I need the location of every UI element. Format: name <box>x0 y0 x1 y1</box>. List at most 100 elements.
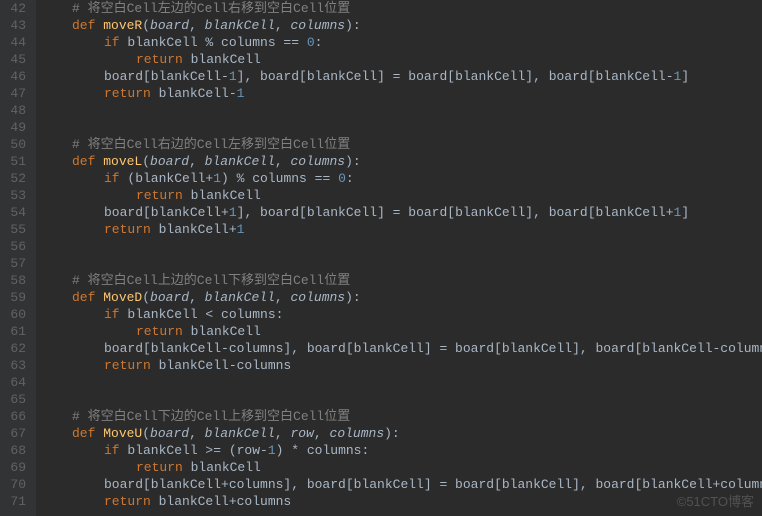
code-line[interactable]: return blankCell+columns <box>40 493 762 510</box>
token-op: , <box>275 18 291 33</box>
token-op: (blankCell+ <box>127 171 213 186</box>
token-op: ) * columns: <box>276 443 370 458</box>
token-kw: return <box>136 188 191 203</box>
token-kw: if <box>104 35 127 50</box>
token-cmt: # 将空白Cell右边的Cell左移到空白Cell位置 <box>72 137 350 152</box>
line-number: 71 <box>6 493 26 510</box>
code-line[interactable]: if blankCell < columns: <box>40 306 762 323</box>
token-op: blankCell+ <box>159 222 237 237</box>
token-cmt: # 将空白Cell上边的Cell下移到空白Cell位置 <box>72 273 350 288</box>
token-op: blankCell+columns <box>159 494 292 509</box>
token-prm: blankCell <box>205 426 275 441</box>
token-prm: board <box>150 154 189 169</box>
token-kw: return <box>104 358 159 373</box>
code-line[interactable]: def moveL(board, blankCell, columns): <box>40 153 762 170</box>
code-line[interactable]: # 将空白Cell左边的Cell右移到空白Cell位置 <box>40 0 762 17</box>
code-line[interactable]: return blankCell <box>40 187 762 204</box>
token-prm: columns <box>291 154 346 169</box>
code-line[interactable]: board[blankCell+1], board[blankCell] = b… <box>40 204 762 221</box>
token-op: ( <box>142 290 150 305</box>
code-line[interactable] <box>40 391 762 408</box>
code-line[interactable]: return blankCell+1 <box>40 221 762 238</box>
line-number: 55 <box>6 221 26 238</box>
token-op: ( <box>142 18 150 33</box>
token-prm: columns <box>330 426 385 441</box>
line-number: 50 <box>6 136 26 153</box>
code-line[interactable]: def MoveD(board, blankCell, columns): <box>40 289 762 306</box>
code-area[interactable]: # 将空白Cell左边的Cell右移到空白Cell位置def moveR(boa… <box>36 0 762 516</box>
code-line[interactable]: # 将空白Cell下边的Cell上移到空白Cell位置 <box>40 408 762 425</box>
line-number: 62 <box>6 340 26 357</box>
line-number: 47 <box>6 85 26 102</box>
token-kw: return <box>136 52 191 67</box>
token-op: ( <box>142 426 150 441</box>
token-kw: return <box>104 222 159 237</box>
line-number: 56 <box>6 238 26 255</box>
line-number: 52 <box>6 170 26 187</box>
token-op: , <box>189 18 205 33</box>
token-prm: board <box>150 290 189 305</box>
code-line[interactable]: if (blankCell+1) % columns == 0: <box>40 170 762 187</box>
code-line[interactable] <box>40 238 762 255</box>
code-line[interactable] <box>40 119 762 136</box>
code-line[interactable]: board[blankCell-1], board[blankCell] = b… <box>40 68 762 85</box>
token-num: 1 <box>213 171 221 186</box>
token-op: blankCell < columns: <box>127 307 283 322</box>
token-cmt: # 将空白Cell左边的Cell右移到空白Cell位置 <box>72 1 350 16</box>
line-number: 60 <box>6 306 26 323</box>
token-op: ( <box>142 154 150 169</box>
token-op: blankCell <box>191 460 261 475</box>
line-number: 70 <box>6 476 26 493</box>
code-line[interactable]: # 将空白Cell右边的Cell左移到空白Cell位置 <box>40 136 762 153</box>
token-op: , <box>275 290 291 305</box>
token-op: ): <box>345 154 361 169</box>
token-prm: blankCell <box>205 18 275 33</box>
code-line[interactable]: def MoveU(board, blankCell, row, columns… <box>40 425 762 442</box>
code-line[interactable]: return blankCell-columns <box>40 357 762 374</box>
token-op: , <box>189 290 205 305</box>
code-line[interactable]: board[blankCell-columns], board[blankCel… <box>40 340 762 357</box>
token-kw: if <box>104 171 127 186</box>
token-prm: columns <box>291 18 346 33</box>
token-prm: blankCell <box>205 154 275 169</box>
code-line[interactable]: return blankCell <box>40 323 762 340</box>
token-kw: if <box>104 307 127 322</box>
code-line[interactable]: return blankCell-1 <box>40 85 762 102</box>
line-number: 68 <box>6 442 26 459</box>
code-line[interactable] <box>40 374 762 391</box>
code-line[interactable]: # 将空白Cell上边的Cell下移到空白Cell位置 <box>40 272 762 289</box>
code-line[interactable] <box>40 255 762 272</box>
code-line[interactable]: board[blankCell+columns], board[blankCel… <box>40 476 762 493</box>
token-op: ] <box>681 205 689 220</box>
watermark-text: ©51CTO博客 <box>677 493 754 510</box>
line-number: 46 <box>6 68 26 85</box>
code-line[interactable] <box>40 102 762 119</box>
token-op: blankCell-columns <box>159 358 292 373</box>
token-op: blankCell <box>191 324 261 339</box>
line-number: 58 <box>6 272 26 289</box>
line-number: 45 <box>6 51 26 68</box>
token-num: 1 <box>237 222 245 237</box>
code-line[interactable]: if blankCell >= (row-1) * columns: <box>40 442 762 459</box>
line-number: 54 <box>6 204 26 221</box>
token-fn: moveR <box>103 18 142 33</box>
token-num: 1 <box>229 205 237 220</box>
code-line[interactable]: if blankCell % columns == 0: <box>40 34 762 51</box>
code-line[interactable]: def moveR(board, blankCell, columns): <box>40 17 762 34</box>
token-op: blankCell <box>191 52 261 67</box>
line-number: 63 <box>6 357 26 374</box>
token-op: board[blankCell-columns], board[blankCel… <box>104 341 762 356</box>
token-cmt: # 将空白Cell下边的Cell上移到空白Cell位置 <box>72 409 350 424</box>
token-op: : <box>346 171 354 186</box>
token-kw: return <box>104 86 159 101</box>
code-line[interactable]: return blankCell <box>40 459 762 476</box>
line-number: 43 <box>6 17 26 34</box>
token-op: : <box>315 35 323 50</box>
line-number: 64 <box>6 374 26 391</box>
code-editor[interactable]: 4243444546474849505152535455565758596061… <box>0 0 762 516</box>
line-number-gutter: 4243444546474849505152535455565758596061… <box>0 0 36 516</box>
token-prm: blankCell <box>205 290 275 305</box>
code-line[interactable]: return blankCell <box>40 51 762 68</box>
line-number: 48 <box>6 102 26 119</box>
token-op: blankCell- <box>159 86 237 101</box>
